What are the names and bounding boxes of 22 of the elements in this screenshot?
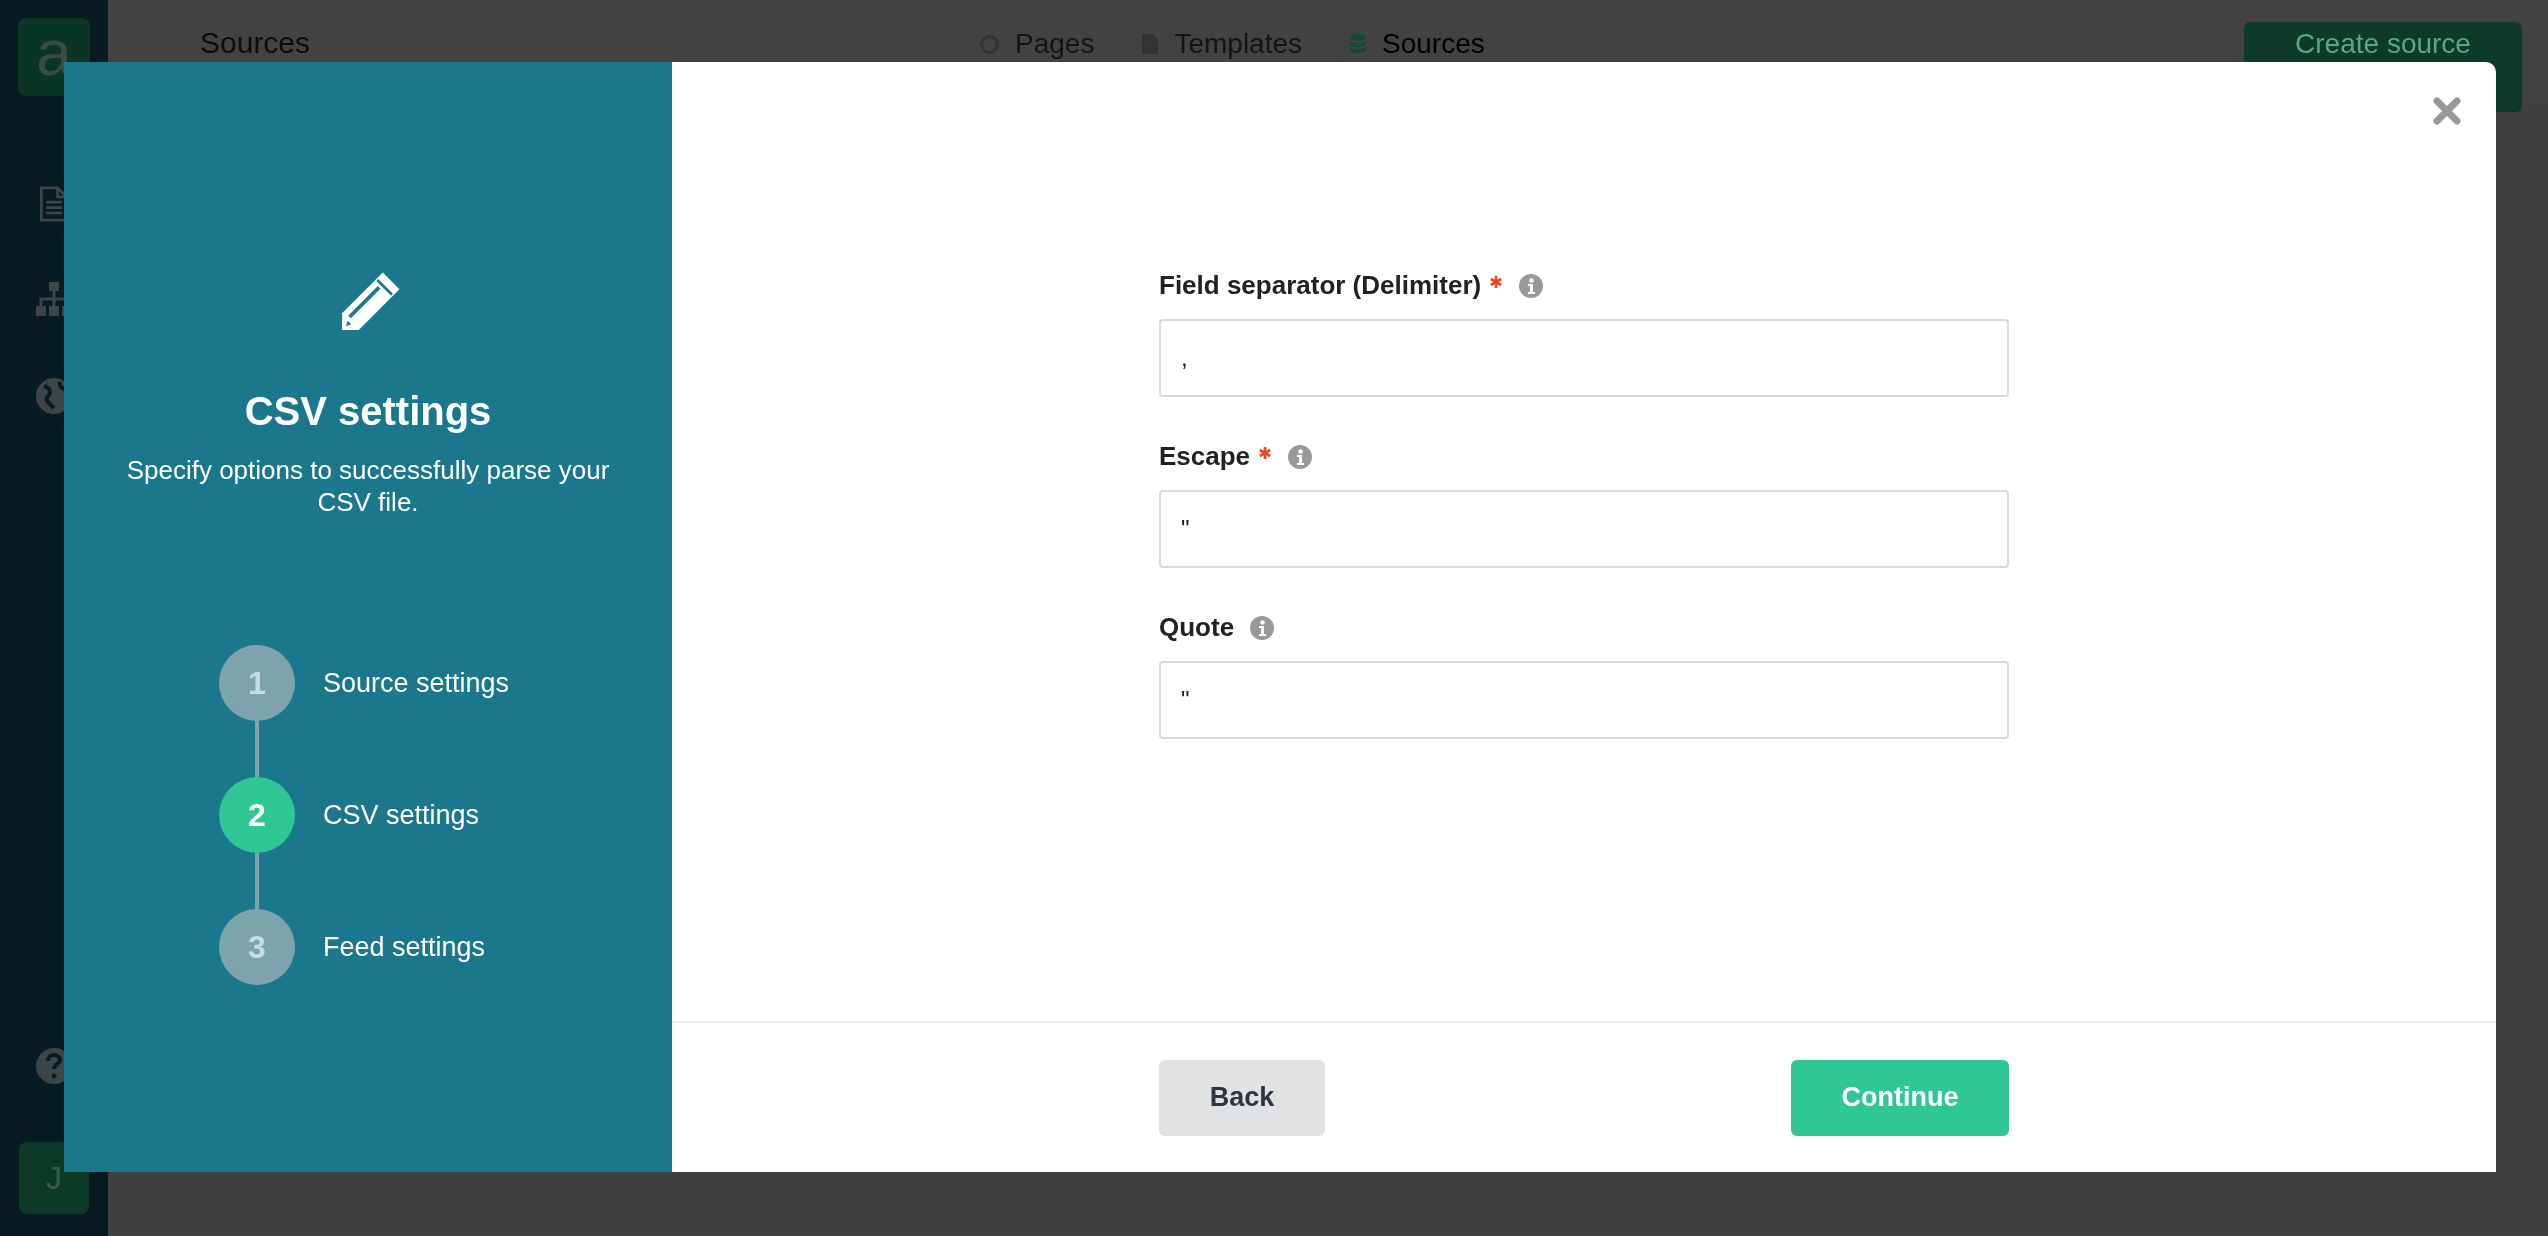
nav-tab[interactable]: Sources: [1382, 28, 1485, 60]
info-icon[interactable]: [1288, 444, 1313, 469]
field-label: Quote: [1159, 612, 1235, 643]
input-field[interactable]: ,: [1159, 319, 2009, 397]
step-label: Source settings: [323, 667, 510, 699]
field-label: Field separator (Delimiter): [1159, 270, 1482, 301]
step-number: 1: [219, 645, 295, 721]
input-field[interactable]: ": [1159, 490, 2009, 568]
continue-button[interactable]: Continue: [1791, 1059, 2009, 1136]
step-number: 3: [219, 909, 295, 985]
back-button[interactable]: Back: [1159, 1059, 1325, 1136]
field-label: Escape: [1159, 441, 1251, 472]
step-label: CSV settings: [323, 799, 480, 831]
database-icon: [1350, 34, 1367, 54]
close-icon[interactable]: [2432, 96, 2462, 126]
dialog-subtitle: Specify options to successfully parse your CSV file.: [125, 454, 611, 518]
info-icon[interactable]: [1250, 615, 1275, 640]
input-field[interactable]: ": [1159, 661, 2009, 739]
step-number: 2: [219, 777, 295, 853]
info-icon[interactable]: [1519, 273, 1544, 298]
dialog-title: CSV settings: [244, 389, 492, 434]
step-label: Feed settings: [323, 931, 486, 963]
